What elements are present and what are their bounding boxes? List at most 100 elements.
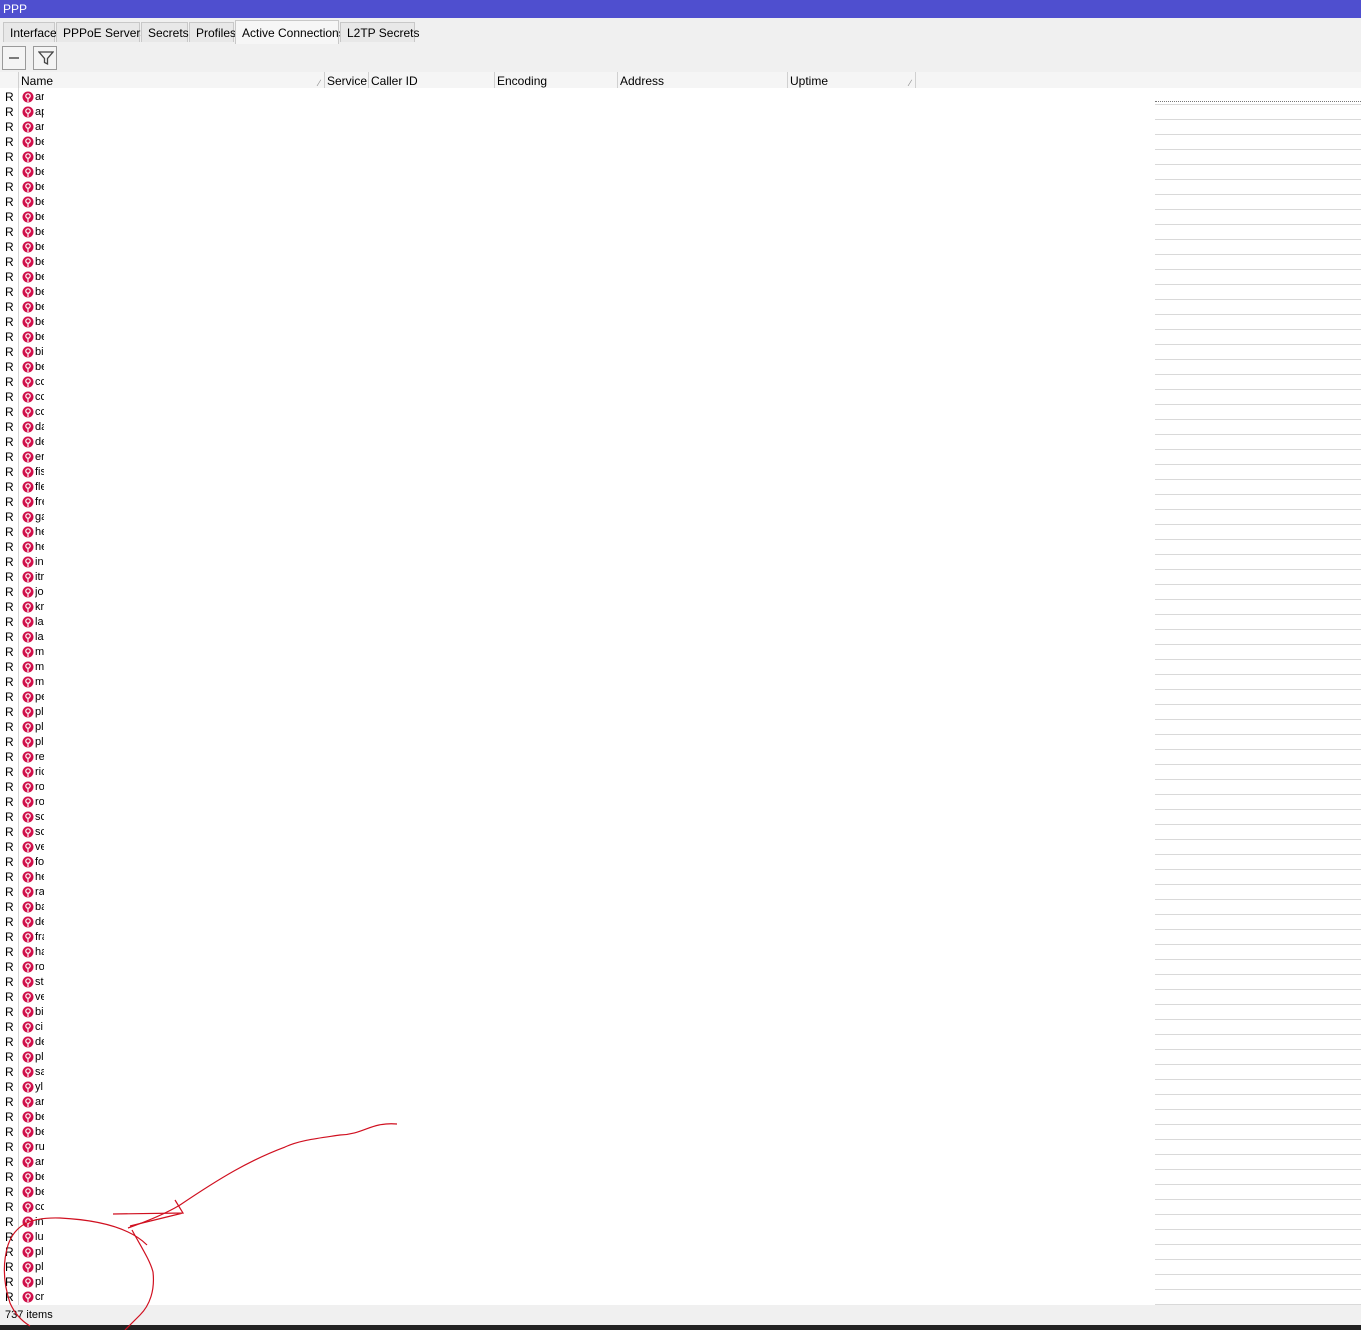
tab-active-connections[interactable]: Active Connections bbox=[235, 20, 345, 44]
table-row[interactable]: Rcr bbox=[0, 1290, 60, 1305]
column-header-name[interactable]: Name ∕ bbox=[18, 72, 324, 88]
table-row[interactable]: Rbe bbox=[0, 195, 60, 210]
table-row[interactable]: Rer bbox=[0, 450, 60, 465]
tab-profiles[interactable]: Profiles bbox=[189, 22, 236, 42]
table-row[interactable]: Rfre bbox=[0, 495, 60, 510]
table-row[interactable]: Rin bbox=[0, 1215, 60, 1230]
column-header-address[interactable]: Address bbox=[617, 72, 787, 88]
column-header-uptime[interactable]: Uptime ∕ bbox=[787, 72, 916, 88]
tab-l2tp-secrets[interactable]: L2TP Secrets bbox=[340, 22, 419, 42]
table-row[interactable]: Rru bbox=[0, 1140, 60, 1155]
table-row[interactable]: Rar bbox=[0, 120, 60, 135]
table-row[interactable]: Rhe bbox=[0, 525, 60, 540]
table-row[interactable]: Rm bbox=[0, 675, 60, 690]
row-flag: R bbox=[5, 1230, 14, 1244]
table-row[interactable]: Rbe bbox=[0, 1170, 60, 1185]
column-header-caller-id[interactable]: Caller ID bbox=[368, 72, 494, 88]
table-row[interactable]: Rbe bbox=[0, 180, 60, 195]
table-row[interactable]: Rro bbox=[0, 795, 60, 810]
table-row[interactable]: Rhe bbox=[0, 540, 60, 555]
table-row[interactable]: Rha bbox=[0, 945, 60, 960]
tab-secrets[interactable]: Secrets bbox=[141, 22, 189, 42]
column-header-encoding[interactable]: Encoding bbox=[494, 72, 617, 88]
table-row[interactable]: Rpe bbox=[0, 690, 60, 705]
table-row[interactable]: Rbe bbox=[0, 300, 60, 315]
connections-list[interactable]: RarRapRarRbeRbeRbeRbeRbeRbeRbeRbeRbeRbeR… bbox=[0, 88, 1155, 1305]
table-row[interactable]: Rbe bbox=[0, 165, 60, 180]
table-row[interactable]: Rfra bbox=[0, 930, 60, 945]
table-row[interactable]: Rm bbox=[0, 660, 60, 675]
table-row[interactable]: Rve bbox=[0, 840, 60, 855]
table-row[interactable]: Rbe bbox=[0, 135, 60, 150]
table-row[interactable]: Rbi bbox=[0, 1005, 60, 1020]
table-row[interactable]: Rar bbox=[0, 1095, 60, 1110]
table-row[interactable]: Rar bbox=[0, 1155, 60, 1170]
tab-interface[interactable]: Interface bbox=[3, 22, 57, 42]
table-row[interactable]: Rar bbox=[0, 90, 60, 105]
table-row[interactable]: Rbi bbox=[0, 345, 60, 360]
table-row[interactable]: Rda bbox=[0, 420, 60, 435]
table-row[interactable]: Ritr bbox=[0, 570, 60, 585]
table-row[interactable]: Rpl bbox=[0, 720, 60, 735]
table-row[interactable]: Rba bbox=[0, 900, 60, 915]
table-row[interactable]: Rcc bbox=[0, 390, 60, 405]
table-row[interactable]: Rbe bbox=[0, 1185, 60, 1200]
table-row[interactable]: Rbe bbox=[0, 360, 60, 375]
table-row[interactable]: Rsc bbox=[0, 810, 60, 825]
table-row[interactable]: Rcc bbox=[0, 405, 60, 420]
table-row[interactable]: Rbe bbox=[0, 210, 60, 225]
remove-button[interactable] bbox=[2, 46, 26, 70]
table-row[interactable]: Rpl bbox=[0, 705, 60, 720]
table-row[interactable]: Rfis bbox=[0, 465, 60, 480]
table-row[interactable]: Rbe bbox=[0, 1110, 60, 1125]
table-row[interactable]: Rlu bbox=[0, 1230, 60, 1245]
table-row[interactable]: Rbe bbox=[0, 255, 60, 270]
filter-button[interactable] bbox=[33, 46, 57, 70]
table-row[interactable]: Rpl bbox=[0, 1050, 60, 1065]
table-row[interactable]: Rbe bbox=[0, 150, 60, 165]
tab-pppoe-servers[interactable]: PPPoE Servers bbox=[56, 22, 146, 42]
table-row[interactable]: Rhe bbox=[0, 870, 60, 885]
table-row[interactable]: Rde bbox=[0, 915, 60, 930]
table-row[interactable]: Rric bbox=[0, 765, 60, 780]
table-row[interactable]: Rpl bbox=[0, 1245, 60, 1260]
table-row[interactable]: Rbe bbox=[0, 285, 60, 300]
table-row[interactable]: Rga bbox=[0, 510, 60, 525]
table-row[interactable]: Rsa bbox=[0, 1065, 60, 1080]
table-row[interactable]: Rst bbox=[0, 975, 60, 990]
column-header-service[interactable]: Service bbox=[324, 72, 368, 88]
table-row[interactable]: Rm bbox=[0, 645, 60, 660]
table-row[interactable]: Rre bbox=[0, 750, 60, 765]
table-row[interactable]: Rap bbox=[0, 105, 60, 120]
table-row[interactable]: Rpl bbox=[0, 735, 60, 750]
table-row[interactable]: Rde bbox=[0, 435, 60, 450]
row-flag: R bbox=[5, 480, 14, 494]
table-row[interactable]: Rci bbox=[0, 1020, 60, 1035]
table-row[interactable]: Rro bbox=[0, 960, 60, 975]
table-row[interactable]: Rbe bbox=[0, 330, 60, 345]
table-row[interactable]: Rro bbox=[0, 780, 60, 795]
ppp-connection-icon bbox=[22, 1246, 34, 1258]
table-row[interactable]: Rve bbox=[0, 990, 60, 1005]
table-row[interactable]: Rra bbox=[0, 885, 60, 900]
row-flag: R bbox=[5, 135, 14, 149]
table-row[interactable]: Rjo bbox=[0, 585, 60, 600]
table-row[interactable]: Rla bbox=[0, 615, 60, 630]
table-row[interactable]: Rsc bbox=[0, 825, 60, 840]
table-row[interactable]: Rbe bbox=[0, 225, 60, 240]
table-row[interactable]: Rde bbox=[0, 1035, 60, 1050]
table-row[interactable]: Ryl bbox=[0, 1080, 60, 1095]
table-row[interactable]: Rcc bbox=[0, 375, 60, 390]
table-row[interactable]: Rbe bbox=[0, 315, 60, 330]
table-row[interactable]: Rfo bbox=[0, 855, 60, 870]
table-row[interactable]: Rkr bbox=[0, 600, 60, 615]
table-row[interactable]: Rin bbox=[0, 555, 60, 570]
table-row[interactable]: Rpl bbox=[0, 1260, 60, 1275]
table-row[interactable]: Rla bbox=[0, 630, 60, 645]
table-row[interactable]: Rbe bbox=[0, 240, 60, 255]
table-row[interactable]: Rbe bbox=[0, 1125, 60, 1140]
table-row[interactable]: Rcc bbox=[0, 1200, 60, 1215]
table-row[interactable]: Rpl bbox=[0, 1275, 60, 1290]
table-row[interactable]: Rbe bbox=[0, 270, 60, 285]
table-row[interactable]: Rfle bbox=[0, 480, 60, 495]
